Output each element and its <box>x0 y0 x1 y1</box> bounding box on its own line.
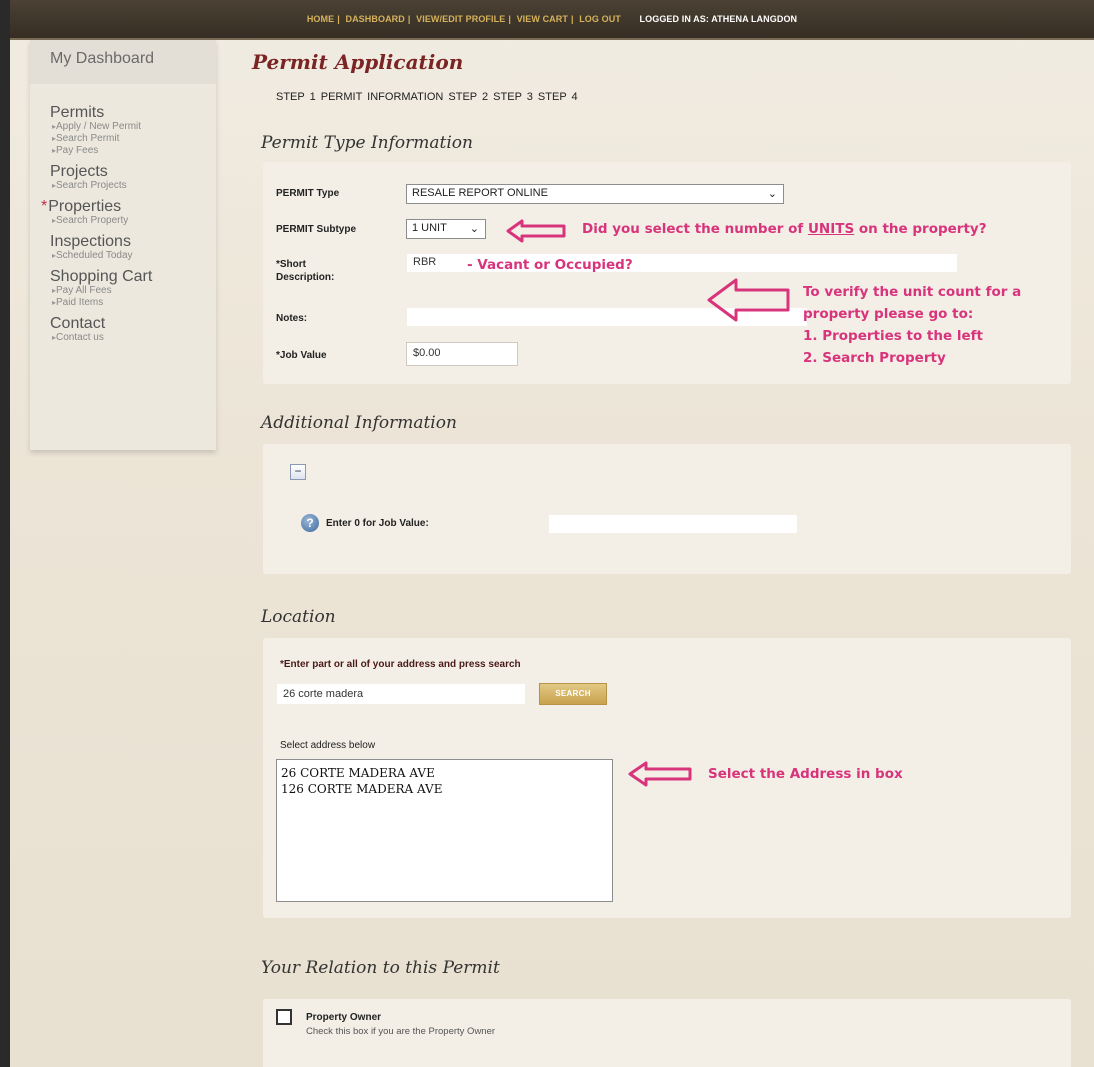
sidebar: My Dashboard Permits Apply / New Permit … <box>30 40 216 450</box>
address-instruction: *Enter part or all of your address and p… <box>280 659 521 670</box>
annotation-verify: To verify the unit count for a property … <box>803 281 1021 369</box>
annotation-select-address: Select the Address in box <box>708 766 903 782</box>
help-icon[interactable]: ? <box>301 514 319 532</box>
sidebar-group-contact: Contact Contact us <box>30 315 216 344</box>
annotation-verify-line3: 1. Properties to the left <box>803 328 983 344</box>
section-title-location: Location <box>261 607 336 627</box>
sidebar-sub-pay-all-fees[interactable]: Pay All Fees <box>50 285 216 297</box>
permit-subtype-label: PERMIT Subtype <box>276 224 357 235</box>
sidebar-group-projects: Projects Search Projects <box>30 163 216 192</box>
sidebar-item-projects[interactable]: Projects <box>50 163 216 180</box>
top-nav-bar: HOME | DASHBOARD | VIEW/EDIT PROFILE | VIEW… <box>10 0 1094 40</box>
job-value-hint-label: Enter 0 for Job Value: <box>326 518 429 529</box>
nav-logout-link[interactable]: LOG OUT <box>579 14 621 24</box>
sidebar-sub-apply-permit[interactable]: Apply / New Permit <box>50 121 216 133</box>
short-description-label-line1: *Short <box>276 259 306 270</box>
address-listbox[interactable]: 26 CORTE MADERA AVE 126 CORTE MADERA AVE <box>276 759 613 902</box>
property-owner-checkbox[interactable] <box>276 1009 292 1025</box>
permit-type-value: RESALE REPORT ONLINE <box>412 187 548 199</box>
short-description-value: RBR <box>413 256 437 268</box>
nav-edit-profile-link[interactable]: VIEW/EDIT PROFILE <box>416 14 505 24</box>
sidebar-item-permits[interactable]: Permits <box>50 104 216 121</box>
address-search-value: 26 corte madera <box>283 688 364 700</box>
step-breadcrumb: STEP 1 PERMIT INFORMATION STEP 2 STEP 3 … <box>276 91 578 103</box>
relation-panel: Property Owner Check this box if you are… <box>263 999 1071 1067</box>
property-owner-label: Property Owner <box>306 1012 382 1023</box>
left-arrow-icon <box>707 278 790 322</box>
sidebar-sub-contact-us[interactable]: Contact us <box>50 332 216 344</box>
app-frame: HOME | DASHBOARD | VIEW/EDIT PROFILE | VIEW… <box>10 0 1094 1067</box>
permit-type-label: PERMIT Type <box>276 188 340 199</box>
annotation-vacant: - Vacant or Occupied? <box>467 257 633 273</box>
search-button[interactable]: SEARCH <box>539 683 607 705</box>
nav-home-link[interactable]: HOME <box>307 14 334 24</box>
logged-in-user: LOGGED IN AS: ATHENA LANGDON <box>639 14 798 24</box>
address-search-input[interactable]: 26 corte madera <box>276 683 526 705</box>
job-value-value: $0.00 <box>413 347 441 359</box>
annotation-units: Did you select the number of UNITS on th… <box>582 221 987 237</box>
job-value-label: *Job Value <box>276 350 327 361</box>
top-nav: HOME | DASHBOARD | VIEW/EDIT PROFILE | VIEW… <box>306 14 798 24</box>
left-arrow-icon <box>506 219 566 243</box>
annotation-units-pre: Did you select the number of <box>582 221 808 237</box>
nav-dashboard-link[interactable]: DASHBOARD <box>345 14 404 24</box>
property-owner-help: Check this box if you are the Property O… <box>306 1026 496 1037</box>
permit-type-select[interactable]: RESALE REPORT ONLINE ⌄ <box>406 184 784 204</box>
select-address-label: Select address below <box>280 740 376 751</box>
sidebar-header: My Dashboard <box>30 40 216 84</box>
sidebar-item-properties-label: Properties <box>48 198 122 215</box>
notes-label: Notes: <box>276 313 308 324</box>
sidebar-sub-search-projects[interactable]: Search Projects <box>50 180 216 192</box>
sidebar-item-shopping-cart[interactable]: Shopping Cart <box>50 268 216 285</box>
sidebar-group-cart: Shopping Cart Pay All Fees Paid Items <box>30 268 216 309</box>
sidebar-sub-paid-items[interactable]: Paid Items <box>50 297 216 309</box>
short-description-label-line2: Description: <box>276 272 335 283</box>
annotation-verify-line1: To verify the unit count for a <box>803 284 1022 300</box>
left-arrow-icon <box>628 761 692 787</box>
additional-panel: − ? Enter 0 for Job Value: <box>263 444 1071 574</box>
chevron-down-icon: ⌄ <box>767 188 777 200</box>
section-title-relation: Your Relation to this Permit <box>261 958 500 978</box>
sidebar-sub-scheduled-today[interactable]: Scheduled Today <box>50 250 216 262</box>
address-option[interactable]: 126 CORTE MADERA AVE <box>281 781 608 797</box>
section-title-additional: Additional Information <box>261 413 457 433</box>
sidebar-item-contact[interactable]: Contact <box>50 315 216 332</box>
job-value-field[interactable]: $0.00 <box>406 342 518 366</box>
sidebar-group-inspections: Inspections Scheduled Today <box>30 233 216 262</box>
page-title: Permit Application <box>252 50 464 74</box>
active-star-icon: * <box>41 198 48 215</box>
annotation-units-underlined: UNITS <box>807 221 855 237</box>
short-description-label: *Short Description: <box>276 258 334 284</box>
address-option[interactable]: 26 CORTE MADERA AVE <box>281 765 608 781</box>
nav-view-cart-link[interactable]: VIEW CART <box>517 14 568 24</box>
sidebar-sub-search-property[interactable]: Search Property <box>50 215 216 227</box>
annotation-verify-line4: 2. Search Property <box>803 350 946 366</box>
sidebar-item-properties[interactable]: *Properties <box>41 198 216 215</box>
sidebar-sub-search-permit[interactable]: Search Permit <box>50 133 216 145</box>
section-title-permit-type: Permit Type Information <box>261 133 473 153</box>
collapse-toggle-button[interactable]: − <box>290 464 306 480</box>
sidebar-group-permits: Permits Apply / New Permit Search Permit… <box>30 104 216 157</box>
sidebar-sub-pay-fees[interactable]: Pay Fees <box>50 145 216 157</box>
permit-subtype-value: 1 UNIT <box>412 222 447 234</box>
sidebar-group-properties: *Properties Search Property <box>30 198 216 227</box>
sidebar-item-inspections[interactable]: Inspections <box>50 233 216 250</box>
annotation-units-post: on the property? <box>854 221 987 237</box>
chevron-down-icon: ⌄ <box>469 223 479 235</box>
permit-subtype-select[interactable]: 1 UNIT ⌄ <box>406 219 486 239</box>
annotation-verify-line2: property please go to: <box>803 306 974 322</box>
additional-job-value-field[interactable] <box>548 514 798 534</box>
